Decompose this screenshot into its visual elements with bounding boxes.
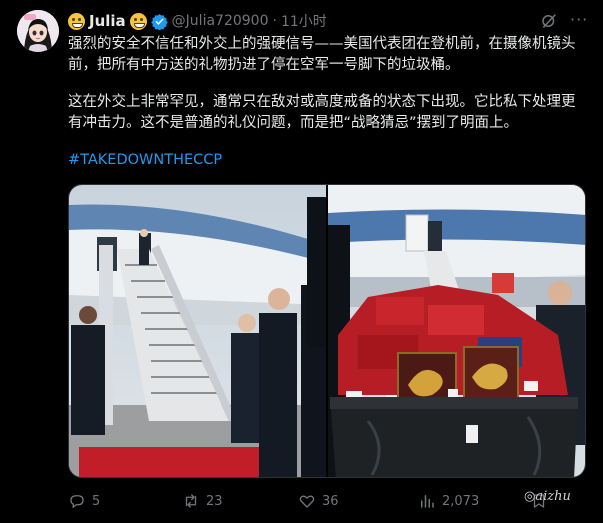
reply-count: 5: [92, 493, 101, 509]
more-options-icon[interactable]: ···: [570, 10, 588, 29]
avatar[interactable]: [17, 10, 59, 52]
reply-icon: [70, 495, 84, 509]
like-count: 36: [322, 493, 339, 509]
watermark: ◎aizhu: [524, 489, 571, 504]
view-count: 2,073: [442, 493, 480, 509]
action-bar: 5 23 36 2,073: [68, 490, 588, 512]
separator: ·: [272, 13, 277, 29]
tweet-header: Julia @Julia720900 · 11小时: [68, 10, 327, 32]
tweet-text-paragraph-2: 这在外交上非常罕见，通常只在敌对或高度戒备的状态下出现。它比私下处理更有冲击力。…: [68, 94, 576, 131]
like-button[interactable]: 36: [298, 492, 339, 510]
hashtag-link[interactable]: #TAKEDOWNTHECCP: [68, 152, 222, 168]
verified-badge-icon: [150, 13, 168, 30]
views-button[interactable]: 2,073: [418, 492, 479, 510]
grinning-emoji-icon: [129, 12, 147, 30]
timestamp[interactable]: 11小时: [281, 11, 327, 31]
heart-icon: [299, 495, 315, 508]
retweet-icon: [185, 494, 197, 508]
author-name[interactable]: Julia: [89, 12, 126, 30]
author-handle[interactable]: @Julia720900: [172, 13, 269, 29]
tweet-text-paragraph-1: 强烈的安全不信任和外交上的强硬信号——美国代表团在登机前，在摄像机镜头前，把所有…: [68, 36, 576, 73]
retweet-button[interactable]: 23: [182, 492, 223, 510]
grinning-emoji-icon: [68, 12, 85, 30]
air-force-one-stairs-photo[interactable]: [69, 185, 326, 477]
tweet: Julia @Julia720900 · 11小时 ··· 强烈的安全不信任和外…: [0, 0, 603, 523]
gifts-in-trash-bin-photo[interactable]: [328, 185, 585, 477]
reply-button[interactable]: 5: [68, 492, 100, 510]
retweet-count: 23: [206, 493, 223, 509]
views-chart-icon: [421, 495, 434, 508]
media-grid: [68, 184, 586, 478]
grok-icon[interactable]: [540, 12, 558, 30]
